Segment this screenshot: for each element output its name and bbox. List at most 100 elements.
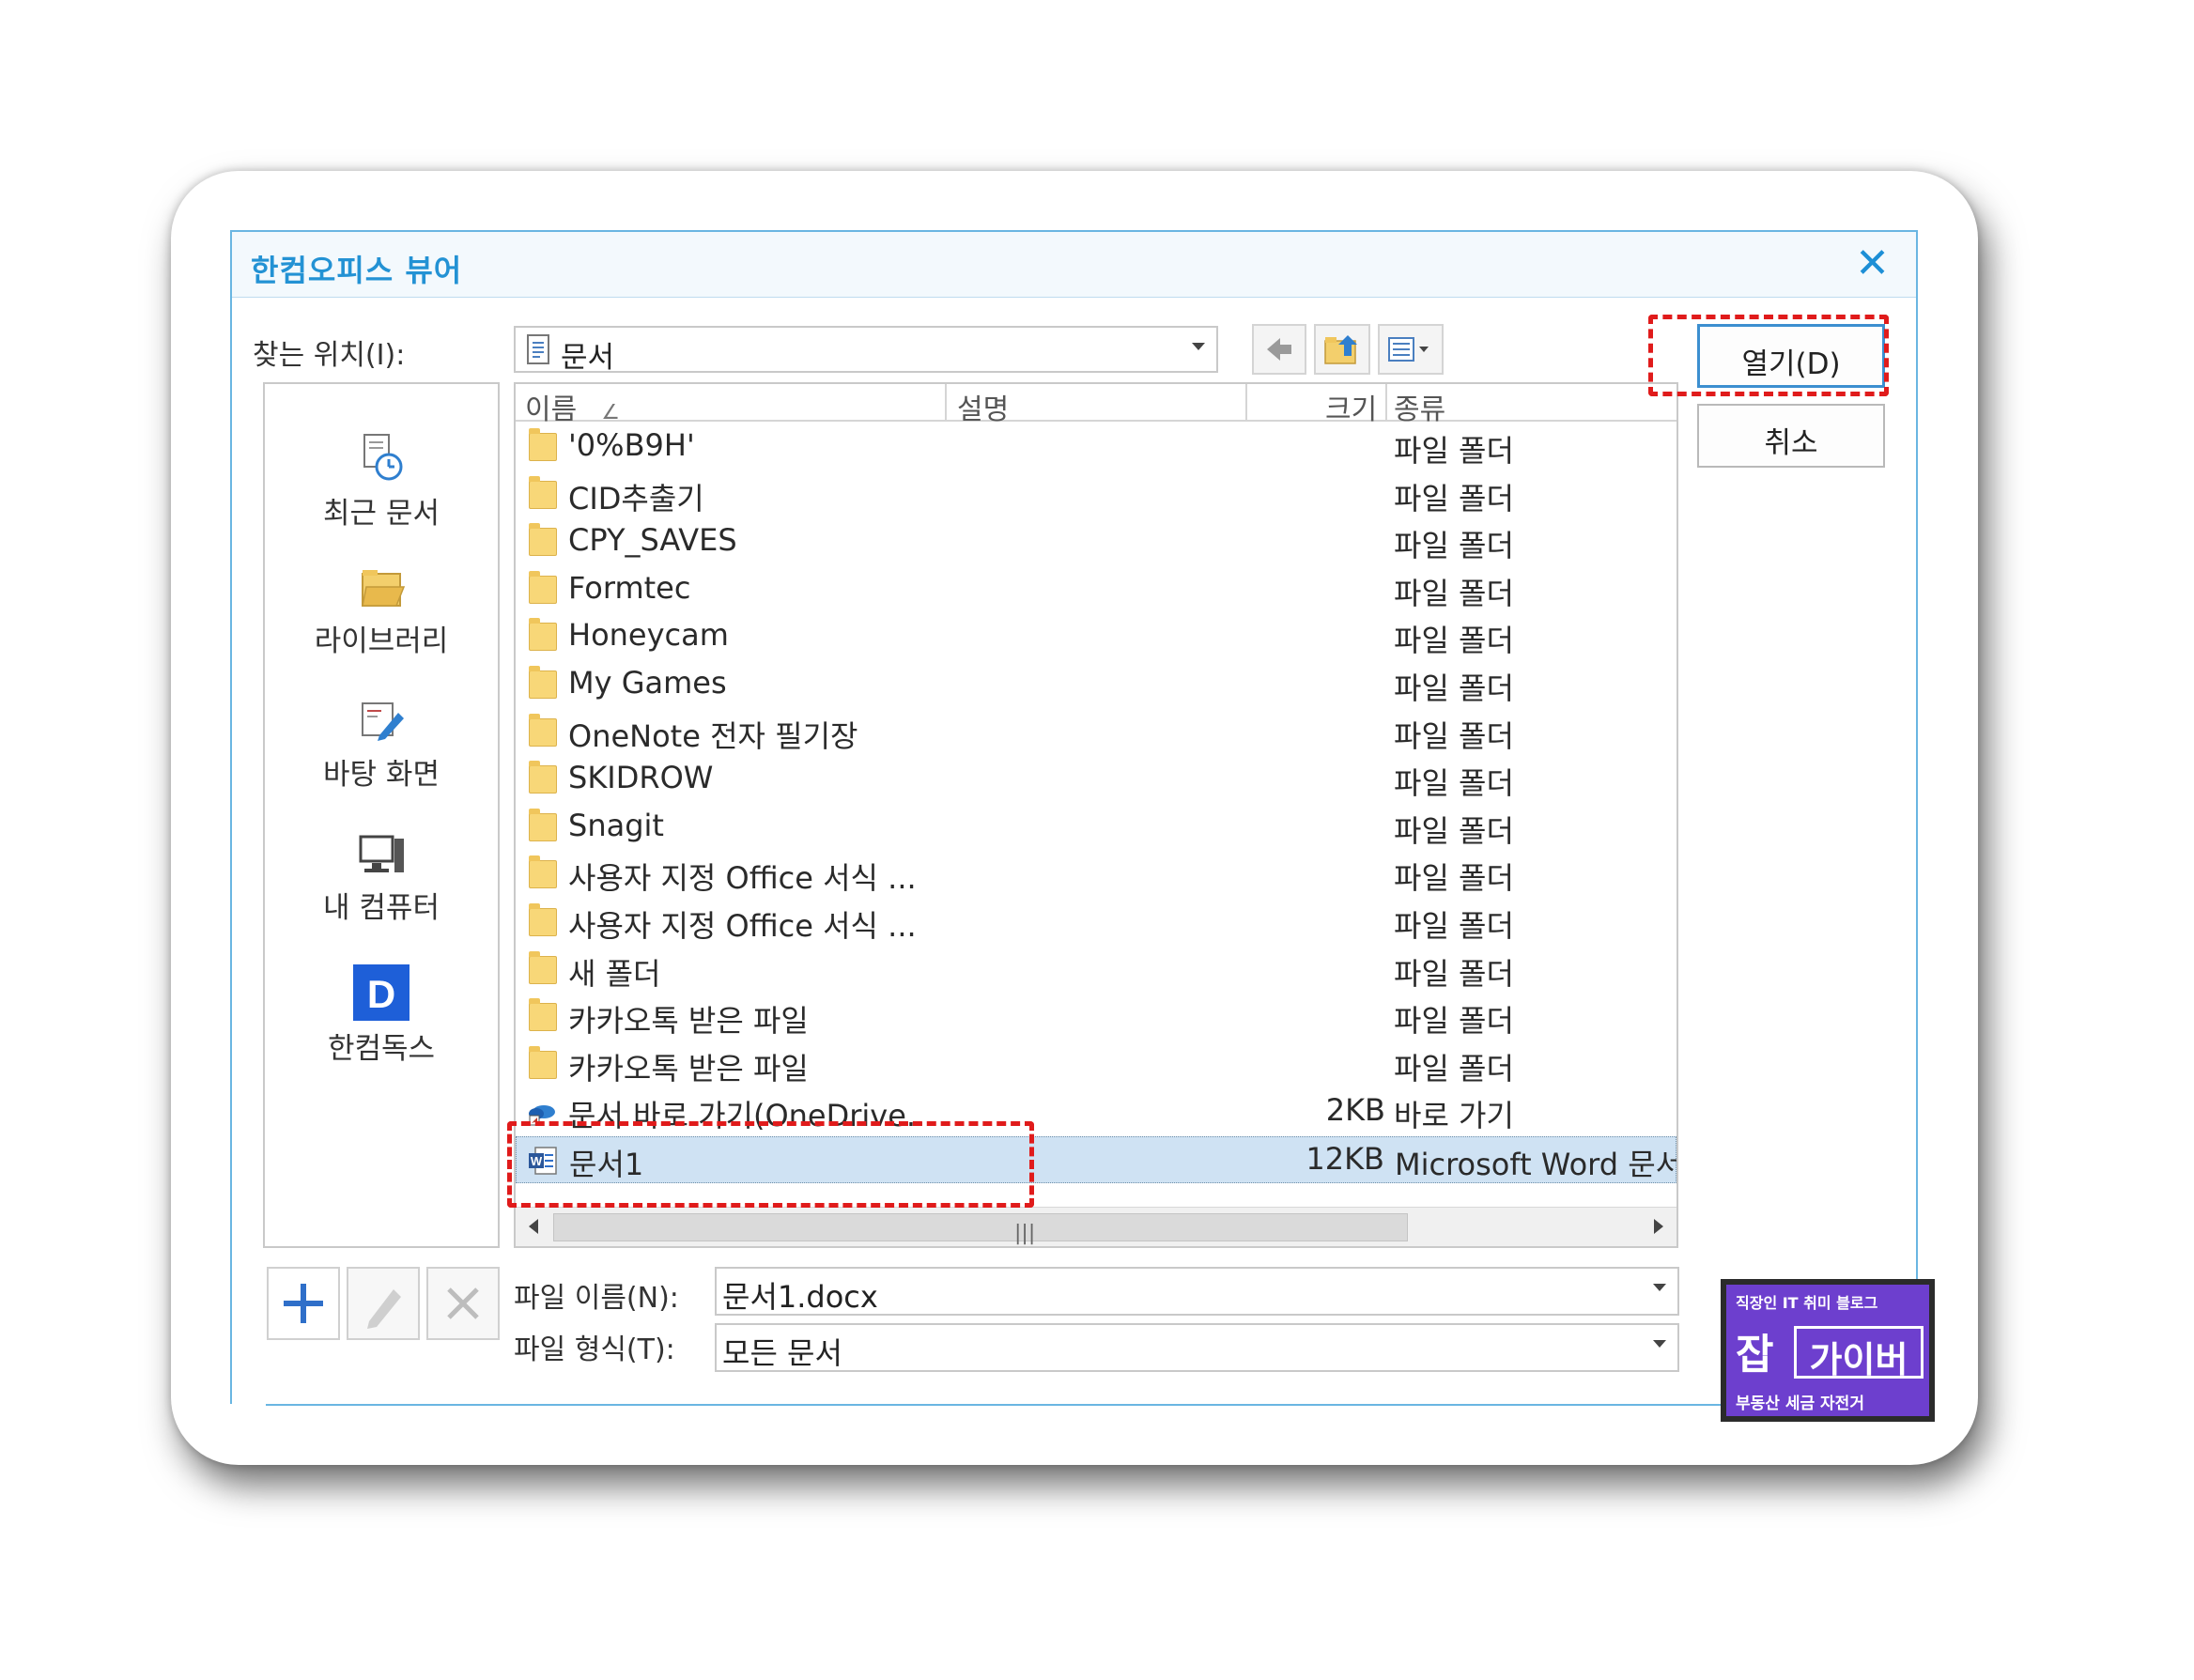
column-header-type[interactable]: 종류 [1394, 386, 1445, 427]
file-type: 파일 폴더 [1394, 908, 1514, 944]
back-button[interactable] [1252, 324, 1306, 375]
file-row[interactable]: 카카오톡 받은 파일 파일 폴더 [516, 994, 1676, 1040]
file-type: 파일 폴더 [1394, 575, 1514, 611]
place-hancomdocs[interactable]: D 한컴독스 [265, 964, 498, 1067]
folder-icon [529, 666, 557, 699]
file-row[interactable]: Honeycam 파일 폴더 [516, 613, 1676, 660]
place-recent-docs[interactable]: 최근 문서 [265, 431, 498, 532]
file-name: 새 폴더 [568, 955, 661, 992]
folder-icon [529, 523, 557, 557]
folder-icon [529, 475, 557, 509]
folder-icon [529, 618, 557, 652]
file-type: 파일 폴더 [1394, 528, 1514, 564]
filename-value: 문서1.docx [722, 1279, 878, 1315]
filename-combo[interactable]: 문서1.docx [715, 1267, 1679, 1316]
view-menu-button[interactable] [1378, 324, 1444, 375]
file-name: CPY_SAVES [568, 522, 737, 559]
horizontal-scrollbar[interactable]: ||| [516, 1207, 1676, 1246]
dialog-title: 한컴오피스 뷰어 [251, 253, 463, 288]
filetype-combo[interactable]: 모든 문서 [715, 1323, 1679, 1372]
file-row[interactable]: 사용자 지정 Office 서식 ... 파일 폴더 [516, 899, 1676, 946]
place-label: 한컴독스 [327, 1032, 436, 1066]
file-name: 문서 바로 가기(OneDrive... [568, 1098, 935, 1134]
list-view-icon [1388, 337, 1429, 362]
file-name: 사용자 지정 Office 서식 ... [568, 860, 917, 897]
word-doc-icon: W [529, 1147, 557, 1175]
place-computer[interactable]: 내 컴퓨터 [265, 831, 498, 926]
column-divider[interactable] [945, 384, 947, 420]
column-header-name[interactable]: 이름 ∠ [525, 386, 620, 427]
column-header-desc[interactable]: 설명 [957, 386, 1009, 427]
up-folder-button[interactable] [1314, 324, 1370, 375]
file-row[interactable]: 카카오톡 받은 파일 파일 폴더 [516, 1041, 1676, 1088]
folder-icon [529, 570, 557, 604]
delete-place-button[interactable] [426, 1267, 500, 1340]
file-type: 파일 폴더 [1394, 812, 1514, 849]
file-row[interactable]: OneNote 전자 필기장 파일 폴더 [516, 709, 1676, 756]
scroll-left-icon[interactable] [529, 1219, 538, 1234]
file-row[interactable]: SKIDROW 파일 폴더 [516, 756, 1676, 803]
file-size: 2KB [1325, 1092, 1385, 1129]
watermark-panel: 직장인 IT 취미 블로그 잡 가이버 부동산 세금 자전거 [1726, 1285, 1929, 1416]
folder-icon [529, 950, 557, 984]
file-type: 파일 폴더 [1394, 433, 1514, 469]
scroll-thumb[interactable]: ||| [553, 1213, 1408, 1245]
chevron-down-icon[interactable] [1192, 343, 1205, 350]
close-icon[interactable]: ✕ [1855, 239, 1890, 287]
file-row[interactable]: '0%B9H' 파일 폴더 [516, 424, 1676, 470]
column-divider[interactable] [1245, 384, 1247, 420]
svg-text:D: D [367, 972, 395, 1016]
file-name: 카카오톡 받은 파일 [568, 1050, 809, 1087]
file-type: 파일 폴더 [1394, 1003, 1514, 1040]
file-row[interactable]: CPY_SAVES 파일 폴더 [516, 518, 1676, 565]
chevron-down-icon[interactable] [1653, 1340, 1666, 1348]
place-label: 바탕 화면 [323, 758, 440, 792]
blog-watermark: 직장인 IT 취미 블로그 잡 가이버 부동산 세금 자전거 [1721, 1279, 1935, 1422]
computer-icon [359, 835, 404, 872]
file-row[interactable]: My Games 파일 폴더 [516, 661, 1676, 708]
scroll-right-icon[interactable] [1654, 1219, 1663, 1234]
filetype-value: 모든 문서 [722, 1335, 842, 1371]
file-row[interactable]: Snagit 파일 폴더 [516, 804, 1676, 851]
folder-icon [529, 713, 557, 747]
place-desktop[interactable]: 바탕 화면 [265, 698, 498, 793]
file-type: 파일 폴더 [1394, 860, 1514, 897]
file-type: Microsoft Word 문서 [1395, 1147, 1678, 1182]
open-button[interactable]: 열기(D) [1697, 324, 1885, 388]
recent-docs-icon [363, 434, 403, 481]
folder-icon [529, 808, 557, 841]
document-icon [527, 334, 549, 364]
sort-indicator-icon: ∠ [601, 401, 620, 424]
column-divider[interactable] [1385, 384, 1387, 420]
title-bar: 한컴오피스 뷰어 ✕ [232, 232, 1916, 298]
chevron-down-icon[interactable] [1653, 1284, 1666, 1291]
column-header-size[interactable]: 크기 [1325, 386, 1377, 427]
folder-icon [529, 998, 557, 1032]
folder-icon [529, 428, 557, 461]
open-file-dialog: 한컴오피스 뷰어 ✕ 찾는 위치(I): 문서 최근 문서 라이브러리 바탕 화… [230, 230, 1919, 1406]
onedrive-shortcut-icon [529, 1105, 555, 1126]
file-name: 사용자 지정 Office 서식 ... [568, 908, 917, 944]
edit-place-button[interactable] [347, 1267, 420, 1340]
file-type: 파일 폴더 [1394, 765, 1514, 802]
watermark-top-text: 직장인 IT 취미 블로그 [1736, 1294, 1878, 1312]
place-label: 내 컴퓨터 [323, 891, 440, 925]
add-place-button[interactable] [267, 1267, 340, 1340]
folder-icon [529, 903, 557, 936]
folder-icon [529, 855, 557, 889]
watermark-logo-text: 가이버 [1794, 1326, 1924, 1380]
file-row[interactable]: 문서 바로 가기(OneDrive... 2KB 바로 가기 [516, 1088, 1676, 1135]
place-library[interactable]: 라이브러리 [265, 564, 498, 659]
file-row[interactable]: W 문서1 12KB Microsoft Word 문서 [516, 1136, 1676, 1183]
look-in-value: 문서 [561, 341, 615, 375]
file-row[interactable]: 새 폴더 파일 폴더 [516, 947, 1676, 994]
file-row[interactable]: 사용자 지정 Office 서식 ... 파일 폴더 [516, 851, 1676, 898]
file-row[interactable]: Formtec 파일 폴더 [516, 566, 1676, 613]
look-in-combo[interactable]: 문서 [514, 326, 1218, 375]
file-name: '0%B9H' [568, 427, 695, 463]
file-type: 파일 폴더 [1394, 480, 1514, 516]
file-row[interactable]: CID추출기 파일 폴더 [516, 471, 1676, 518]
file-name: 카카오톡 받은 파일 [568, 1003, 809, 1040]
library-icon [362, 570, 406, 607]
cancel-button[interactable]: 취소 [1697, 404, 1885, 468]
